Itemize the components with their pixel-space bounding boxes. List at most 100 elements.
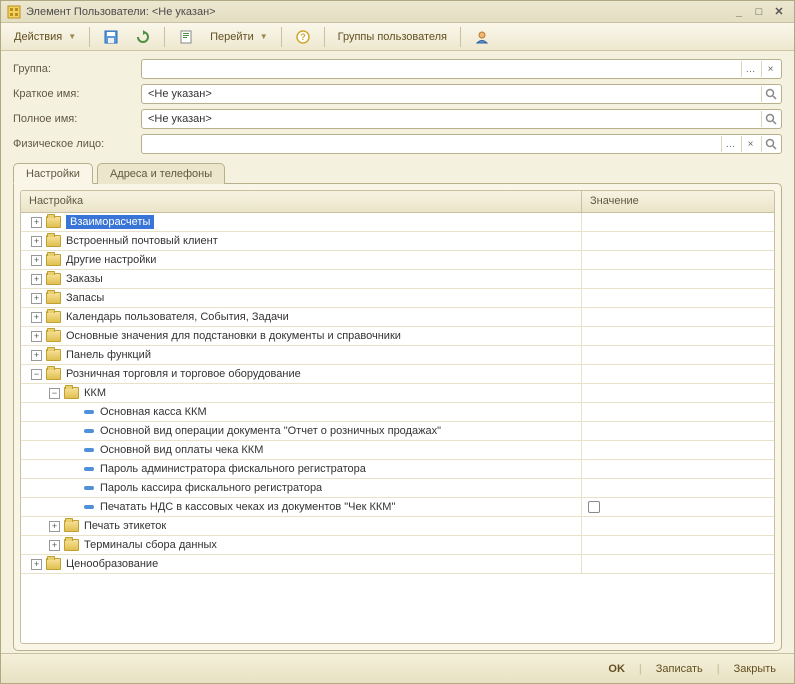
tree-row-label: Другие настройки xyxy=(66,254,156,266)
tree-row-value[interactable] xyxy=(582,346,774,364)
close-window-button[interactable]: ✕ xyxy=(770,4,788,20)
expand-icon[interactable]: + xyxy=(31,331,42,342)
tree-row-value[interactable] xyxy=(582,289,774,307)
tree-row[interactable]: + Запасы xyxy=(21,289,774,308)
expand-icon[interactable]: + xyxy=(49,521,60,532)
user-icon-button[interactable] xyxy=(467,26,497,48)
folder-icon xyxy=(64,387,79,399)
tree-row-value[interactable] xyxy=(582,308,774,326)
tree-row[interactable]: Основная касса ККМ xyxy=(21,403,774,422)
clear-button[interactable]: × xyxy=(741,136,759,152)
tree-row-value[interactable] xyxy=(582,536,774,554)
tree-row-value[interactable] xyxy=(582,422,774,440)
tree-row-value[interactable] xyxy=(582,365,774,383)
folder-icon xyxy=(46,349,61,361)
expand-icon[interactable]: + xyxy=(31,293,42,304)
ok-button[interactable]: OK xyxy=(602,660,631,678)
tree-row[interactable]: +Ценообразование xyxy=(21,555,774,574)
settings-tree: Настройка Значение +Взаиморасчеты+Встрое… xyxy=(20,190,775,644)
tree-row[interactable]: +Панель функций xyxy=(21,346,774,365)
tab-addresses[interactable]: Адреса и телефоны xyxy=(97,163,225,184)
tree-row-value[interactable] xyxy=(582,498,774,516)
save-button[interactable]: Записать xyxy=(650,660,709,678)
tree-row-value[interactable] xyxy=(582,441,774,459)
tree-row-label: Запасы xyxy=(66,292,104,304)
fullname-input[interactable]: <Не указан> xyxy=(141,109,782,129)
tree-row-value[interactable] xyxy=(582,270,774,288)
minimize-button[interactable]: _ xyxy=(730,4,748,20)
tree-row[interactable]: + Другие настройки xyxy=(21,251,774,270)
separator xyxy=(460,27,461,47)
tree-row[interactable]: − ККМ xyxy=(21,384,774,403)
help-button[interactable]: ? xyxy=(288,26,318,48)
maximize-button[interactable]: □ xyxy=(750,4,768,20)
actions-menu[interactable]: Действия▼ xyxy=(7,26,83,48)
close-button[interactable]: Закрыть xyxy=(728,660,782,678)
expand-icon[interactable]: + xyxy=(49,540,60,551)
tree-row[interactable]: Пароль администратора фискального регист… xyxy=(21,460,774,479)
lookup-button[interactable] xyxy=(761,136,779,152)
folder-icon xyxy=(64,520,79,532)
collapse-icon[interactable]: − xyxy=(49,388,60,399)
tree-row[interactable]: +Календарь пользователя, События, Задачи xyxy=(21,308,774,327)
person-input[interactable]: … × xyxy=(141,134,782,154)
tree-row-value[interactable] xyxy=(582,479,774,497)
tree-row[interactable]: +Взаиморасчеты xyxy=(21,213,774,232)
collapse-icon[interactable]: − xyxy=(31,369,42,380)
tree-row-value[interactable] xyxy=(582,251,774,269)
expand-icon[interactable]: + xyxy=(31,217,42,228)
tree-row-value[interactable] xyxy=(582,517,774,535)
tree-row-value[interactable] xyxy=(582,460,774,478)
user-icon xyxy=(474,29,490,45)
tree-row-label: Основные значения для подстановки в доку… xyxy=(66,330,401,342)
expand-icon[interactable]: + xyxy=(31,350,42,361)
tab-settings[interactable]: Настройки xyxy=(13,163,93,184)
select-button[interactable]: … xyxy=(721,136,739,152)
tree-row-value[interactable] xyxy=(582,213,774,231)
refresh-icon-button[interactable] xyxy=(128,26,158,48)
group-input[interactable]: … × xyxy=(141,59,782,79)
tree-row-value[interactable] xyxy=(582,555,774,573)
tree-row[interactable]: Пароль кассира фискального регистратора xyxy=(21,479,774,498)
report-icon-button[interactable] xyxy=(171,26,201,48)
tree-row-value[interactable] xyxy=(582,403,774,421)
tree-row-value[interactable] xyxy=(582,384,774,402)
tree-body[interactable]: +Взаиморасчеты+Встроенный почтовый клиен… xyxy=(21,213,774,643)
tree-row[interactable]: +Заказы xyxy=(21,270,774,289)
separator xyxy=(281,27,282,47)
tree-row-label: Печатать НДС в кассовых чеках из докумен… xyxy=(100,501,395,513)
tree-row-value[interactable] xyxy=(582,327,774,345)
tree-row[interactable]: Печатать НДС в кассовых чеках из докумен… xyxy=(21,498,774,517)
user-groups-button[interactable]: Группы пользователя xyxy=(331,26,454,48)
titlebar: Элемент Пользователи: <Не указан> _ □ ✕ xyxy=(1,1,794,23)
expand-icon[interactable]: + xyxy=(31,559,42,570)
tab-content: Настройка Значение +Взаиморасчеты+Встрое… xyxy=(13,183,782,651)
tree-row[interactable]: Основной вид операции документа "Отчет о… xyxy=(21,422,774,441)
tree-row[interactable]: + Печать этикеток xyxy=(21,517,774,536)
go-menu[interactable]: Перейти▼ xyxy=(203,26,275,48)
lookup-button[interactable] xyxy=(761,86,779,102)
expand-icon[interactable]: + xyxy=(31,312,42,323)
help-icon: ? xyxy=(295,29,311,45)
tree-row-label: ККМ xyxy=(84,387,106,399)
tree-row[interactable]: +Встроенный почтовый клиент xyxy=(21,232,774,251)
expand-icon[interactable]: + xyxy=(31,236,42,247)
clear-button[interactable]: × xyxy=(761,61,779,77)
expand-icon[interactable]: + xyxy=(31,274,42,285)
tree-row-value[interactable] xyxy=(582,232,774,250)
save-icon-button[interactable] xyxy=(96,26,126,48)
property-icon xyxy=(84,448,94,452)
col-setting[interactable]: Настройка xyxy=(21,191,582,212)
lookup-button[interactable] xyxy=(761,111,779,127)
tree-row[interactable]: −Розничная торговля и торговое оборудова… xyxy=(21,365,774,384)
checkbox[interactable] xyxy=(588,501,600,513)
shortname-input[interactable]: <Не указан> xyxy=(141,84,782,104)
select-button[interactable]: … xyxy=(741,61,759,77)
expand-icon[interactable]: + xyxy=(31,255,42,266)
tree-row[interactable]: +Терминалы сбора данных xyxy=(21,536,774,555)
tree-row[interactable]: Основной вид оплаты чека ККМ xyxy=(21,441,774,460)
tree-row-label: Печать этикеток xyxy=(84,520,166,532)
tree-row[interactable]: + Основные значения для подстановки в док… xyxy=(21,327,774,346)
tree-header: Настройка Значение xyxy=(21,191,774,213)
col-value[interactable]: Значение xyxy=(582,191,774,212)
